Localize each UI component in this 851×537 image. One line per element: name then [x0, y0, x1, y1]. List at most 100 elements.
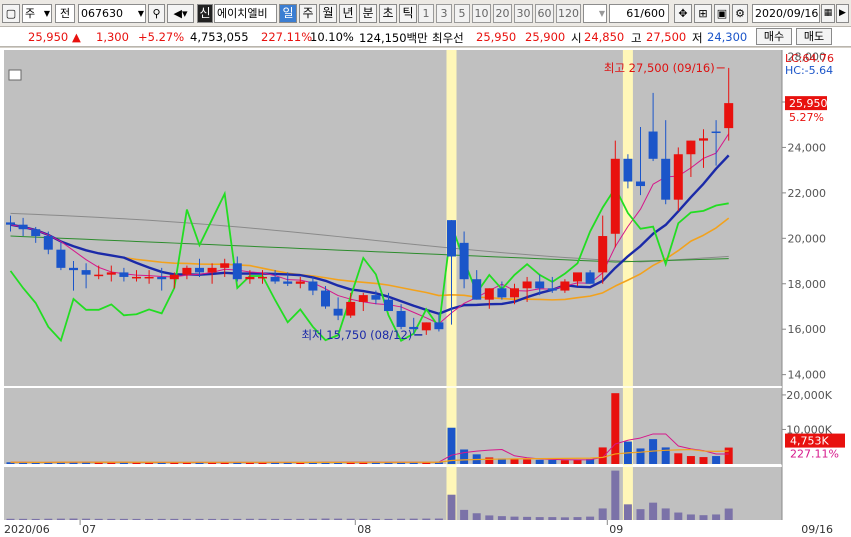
candle-body [598, 236, 608, 273]
volume-bar [560, 460, 569, 464]
volume-bar-2 [119, 518, 128, 520]
buy-button[interactable]: 매수 [756, 28, 792, 45]
volume-bar-2 [523, 516, 532, 520]
volume-bar-2 [145, 518, 154, 520]
candle-body [245, 276, 255, 280]
period-year-button[interactable]: 년 [339, 4, 357, 23]
candle-body [6, 222, 15, 225]
candle-body [547, 288, 557, 291]
candle-body [157, 276, 167, 280]
chevron-down-icon: ▼ [598, 9, 605, 18]
settings-icon[interactable]: ⚙ [732, 4, 748, 23]
period-minute-button[interactable]: 분 [359, 4, 377, 23]
volume-bar [636, 448, 645, 464]
x-tick-label: 2020/06 [4, 523, 50, 536]
volume-bar-2 [397, 518, 406, 520]
calendar-icon[interactable]: ▦ [821, 4, 835, 23]
stock-code-value: 067630 [81, 7, 123, 20]
period-tick-button[interactable]: 틱 [399, 4, 417, 23]
volume-bar-2 [182, 518, 191, 520]
sound-icon[interactable]: ◀▾ [167, 4, 194, 23]
candle-body [459, 242, 469, 280]
search-icon[interactable]: ⚲ [148, 4, 165, 23]
volume-bar [712, 456, 721, 464]
volume-bar-2 [422, 518, 431, 520]
period-second-button[interactable]: 초 [379, 4, 397, 23]
data-count[interactable]: 61/600 [609, 4, 669, 23]
candle-body [522, 281, 532, 289]
current-price: 25,950 [28, 30, 69, 44]
chart-window: ▢ 주 ▼ 전 067630 ▼ ⚲ ◀▾ 신 에이치엘비 일 주 월 년 분 초 … [0, 0, 851, 537]
turnover-rate: 10.10% [310, 30, 354, 44]
volume-bar-2 [649, 502, 658, 520]
candle-body [661, 158, 671, 200]
price-chart[interactable]: 26,00024,00022,00020,00018,00016,00014,0… [0, 48, 851, 537]
volume-bar-2 [447, 494, 456, 520]
period-day-button[interactable]: 일 [279, 4, 297, 23]
interval-button[interactable]: 30 [514, 4, 533, 23]
interval-button[interactable]: 120 [556, 4, 581, 23]
save-icon[interactable]: ▣ [714, 4, 730, 23]
x-axis-band [0, 520, 851, 537]
candle-body [195, 267, 204, 273]
volume-bar-2 [283, 518, 292, 520]
candle-body [686, 140, 696, 155]
volume-bar-2 [308, 518, 317, 520]
candle-body [106, 272, 116, 275]
volume-bar-2 [271, 518, 280, 520]
arrow-right-icon[interactable]: ▶ [836, 4, 849, 23]
volume-bar-2 [296, 518, 305, 520]
interval-input[interactable]: ▼ [583, 4, 607, 23]
stock-code-input[interactable]: 067630 ▼ [78, 4, 146, 23]
y-tick-label: 18,000 [788, 278, 827, 291]
low-annotation: 최저 15,750 (08/12) [301, 328, 412, 342]
best-bid: 25,900 [525, 30, 566, 44]
chart-type-icon[interactable]: ▢ [2, 4, 20, 23]
interval-button[interactable]: 60 [535, 4, 554, 23]
volume-ratio: 227.11% [261, 30, 313, 44]
candle-body [81, 270, 91, 275]
trade-amount: 124,150백만 [359, 31, 428, 45]
period-month-button[interactable]: 월 [319, 4, 337, 23]
candle-body [56, 249, 66, 268]
candle-body [144, 276, 154, 279]
volume-bar-2 [6, 518, 15, 520]
interval-button[interactable]: 1 [418, 4, 434, 23]
volume-bar [485, 457, 494, 464]
y-tick-label: 16,000 [788, 323, 827, 336]
crosshair-icon[interactable]: ✥ [674, 4, 692, 23]
sell-button[interactable]: 매도 [796, 28, 832, 45]
candle-body [321, 290, 330, 307]
percent-tag-text: 5.27% [789, 111, 824, 124]
candle-body [18, 224, 28, 230]
chart-tool-icon[interactable]: ⊞ [694, 4, 712, 23]
volume-bar [548, 459, 557, 464]
candle-body [497, 288, 507, 298]
interval-button[interactable]: 5 [454, 4, 470, 23]
volume-bar-2 [220, 518, 229, 520]
volume-bar-2 [31, 518, 40, 520]
volume-bar-2 [409, 518, 418, 520]
volume-bar [674, 453, 683, 464]
y-tick-label: 20,000 [788, 232, 827, 245]
candle-body [396, 311, 406, 327]
date-input[interactable]: 2020/09/16 [752, 4, 820, 23]
volume-bar-2 [132, 518, 141, 520]
volume-bar [535, 459, 544, 464]
interval-button[interactable]: 20 [493, 4, 512, 23]
market-select[interactable]: 주 ▼ [22, 4, 52, 23]
best-quote-label: 최우선 [432, 31, 464, 45]
candle-body [648, 131, 658, 159]
interval-button[interactable]: 10 [472, 4, 491, 23]
interval-button[interactable]: 3 [436, 4, 452, 23]
volume-bar-2 [346, 518, 355, 520]
mode-select[interactable]: 전 [55, 4, 75, 23]
period-week-button[interactable]: 주 [299, 4, 317, 23]
volume-pct-text: 227.11% [790, 448, 839, 461]
volume-bar-2 [497, 516, 506, 520]
candle-body [182, 267, 192, 275]
change-rate: +5.27% [138, 30, 185, 44]
candle-body [358, 295, 368, 302]
volume-bar-2 [712, 514, 721, 520]
candle-body [308, 281, 318, 291]
